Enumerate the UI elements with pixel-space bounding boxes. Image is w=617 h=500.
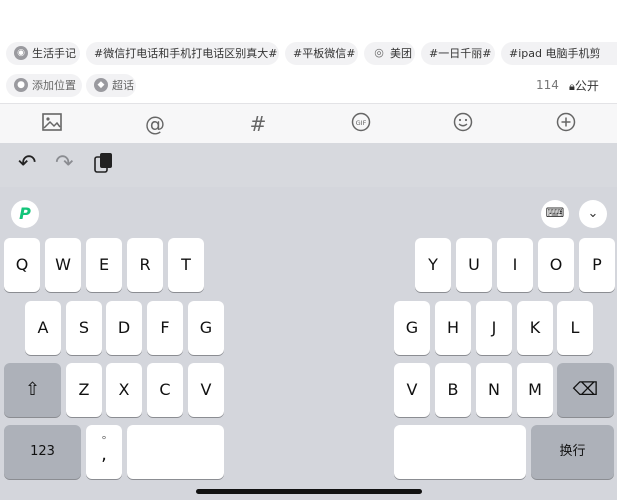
eye-icon: ◎ [374, 46, 384, 59]
redo-icon[interactable]: ↷ [55, 151, 73, 177]
visibility-button[interactable]: 🔒︎公开 [569, 77, 599, 94]
supertopic-label: 超话 [112, 79, 134, 92]
home-indicator [196, 489, 422, 494]
keyboard-hide-icon[interactable]: ⌨ [541, 200, 569, 228]
tag-ipad[interactable]: #ipad 电脑手机剪 [501, 42, 617, 65]
tag-icon: ◉ [14, 46, 28, 60]
tag-label: #平板微信# [293, 47, 356, 60]
punctuation-key[interactable]: ° , [86, 425, 122, 479]
location-icon: ● [14, 78, 28, 92]
shift-key[interactable]: ⇧ [4, 363, 61, 417]
tag-label: #一日千丽# [429, 47, 492, 60]
key-q[interactable]: Q [4, 238, 40, 292]
key-g-right[interactable]: G [394, 301, 430, 355]
super-topic-button[interactable]: ◆ 超话 [86, 74, 136, 97]
compose-toolbar: @ # GIF [0, 103, 617, 144]
key-l[interactable]: L [557, 301, 593, 355]
key-d[interactable]: D [106, 301, 142, 355]
key-f[interactable]: F [147, 301, 183, 355]
input-method-logo-icon[interactable]: P [11, 200, 39, 228]
gif-icon[interactable]: GIF [349, 112, 373, 136]
add-location-button[interactable]: ● 添加位置 [6, 74, 82, 97]
key-w[interactable]: W [45, 238, 81, 292]
key-e[interactable]: E [86, 238, 122, 292]
tag-yiriqianli[interactable]: #一日千丽# [421, 42, 495, 65]
key-x[interactable]: X [106, 363, 142, 417]
key-c[interactable]: C [147, 363, 183, 417]
key-b[interactable]: B [435, 363, 471, 417]
undo-icon[interactable]: ↶ [18, 151, 36, 177]
tag-label: 生活手记 [32, 47, 76, 60]
space-key-right[interactable] [394, 425, 526, 479]
tag-weixin-call[interactable]: #微信打电话和手机打电话区别真大# [86, 42, 279, 65]
image-icon[interactable] [40, 112, 64, 136]
key-s[interactable]: S [66, 301, 102, 355]
keyboard: P ⌨ ⌄ Q W E R T Y U I O P A S D F G G H … [0, 187, 617, 500]
key-o[interactable]: O [538, 238, 574, 292]
tag-meituan[interactable]: ◎ 美团 [364, 42, 415, 65]
key-v-left[interactable]: V [188, 363, 224, 417]
key-r[interactable]: R [127, 238, 163, 292]
paste-icon[interactable] [93, 151, 115, 182]
visibility-label: 公开 [574, 79, 599, 93]
key-j[interactable]: J [476, 301, 512, 355]
char-count: 114 [536, 78, 559, 92]
key-p[interactable]: P [579, 238, 615, 292]
location-label: 添加位置 [32, 79, 76, 92]
svg-text:GIF: GIF [356, 119, 367, 127]
key-g-left[interactable]: G [188, 301, 224, 355]
key-v-right[interactable]: V [394, 363, 430, 417]
key-z[interactable]: Z [66, 363, 102, 417]
key-h[interactable]: H [435, 301, 471, 355]
key-a[interactable]: A [25, 301, 61, 355]
tag-label: #ipad 电脑手机剪 [509, 47, 601, 60]
supertopic-icon: ◆ [94, 78, 108, 92]
key-u[interactable]: U [456, 238, 492, 292]
key-i[interactable]: I [497, 238, 533, 292]
chevron-down-icon[interactable]: ⌄ [579, 200, 607, 228]
key-n[interactable]: N [476, 363, 512, 417]
return-key[interactable]: 换行 [531, 425, 614, 479]
space-key-left[interactable] [127, 425, 224, 479]
punct-bottom: , [101, 444, 107, 465]
tag-label: 美团 [390, 47, 412, 60]
mention-icon[interactable]: @ [143, 112, 167, 136]
numbers-key[interactable]: 123 [4, 425, 81, 479]
key-m[interactable]: M [517, 363, 553, 417]
key-k[interactable]: K [517, 301, 553, 355]
hashtag-icon[interactable]: # [246, 112, 270, 136]
emoji-icon[interactable] [451, 112, 475, 136]
key-t[interactable]: T [168, 238, 204, 292]
add-icon[interactable] [554, 112, 578, 136]
delete-key[interactable]: ⌫ [557, 363, 614, 417]
tag-label: #微信打电话和手机打电话区别真大# [94, 47, 278, 60]
key-y[interactable]: Y [415, 238, 451, 292]
edit-shortcut-bar: ↶ ↷ [0, 143, 617, 187]
tag-shenghuo[interactable]: ◉ 生活手记 [6, 42, 80, 65]
tag-pingban[interactable]: #平板微信# [285, 42, 358, 65]
